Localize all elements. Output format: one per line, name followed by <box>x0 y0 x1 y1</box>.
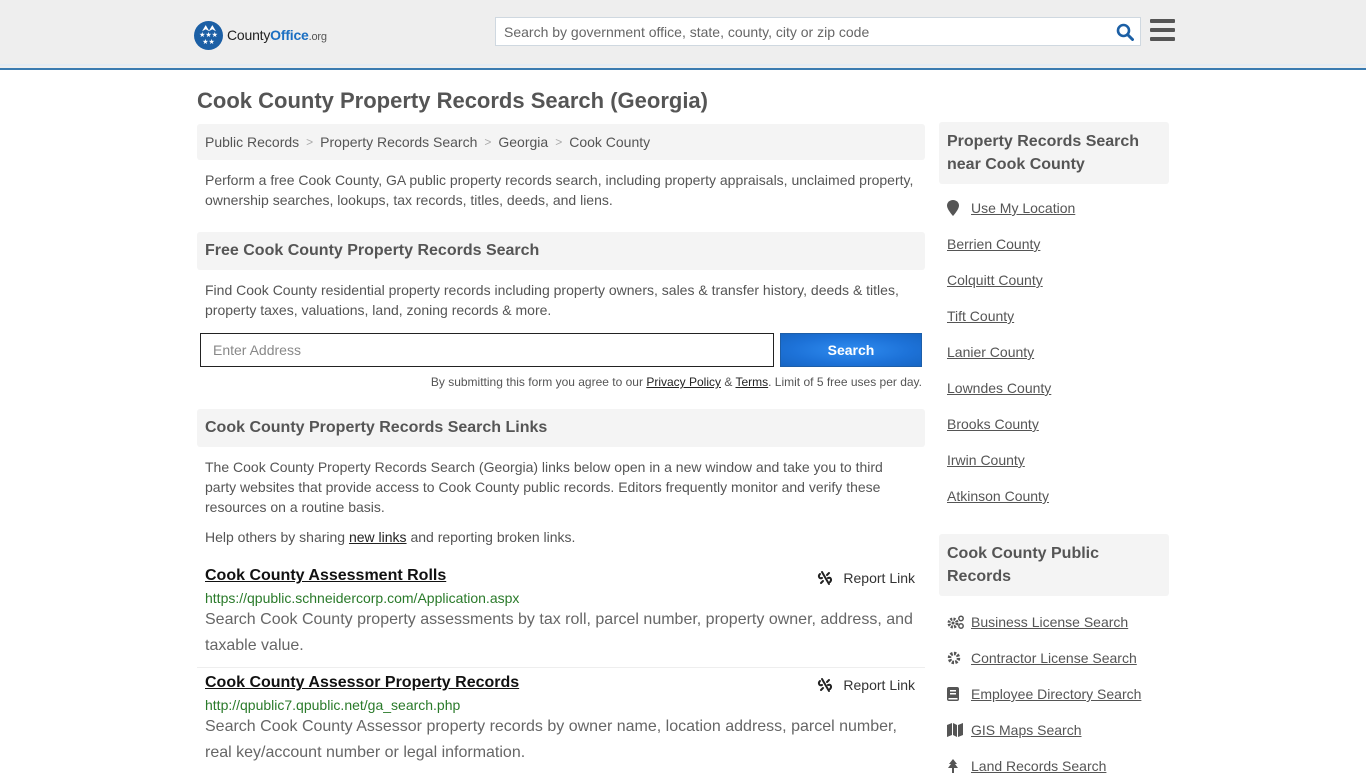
help-text: Help others by sharing new links and rep… <box>197 517 925 547</box>
broken-link-icon <box>818 678 833 692</box>
link-description: Search Cook County property assessments … <box>205 611 913 654</box>
public-record-item: Land Records Search <box>947 748 1161 784</box>
site-search-input[interactable] <box>496 18 1110 45</box>
public-record-link[interactable]: Land Records Search <box>971 758 1106 774</box>
breadcrumb-separator: > <box>484 135 492 149</box>
terms-link[interactable]: Terms <box>735 375 768 389</box>
page-title: Cook County Property Records Search (Geo… <box>197 88 708 113</box>
nearby-county-item: Colquitt County <box>947 262 1161 298</box>
broken-link-icon <box>818 571 833 585</box>
nearby-county-link[interactable]: Lowndes County <box>947 380 1051 396</box>
report-link-button[interactable]: Report Link <box>817 677 915 693</box>
top-header: ⮝⮝ ★★★ ★★ CountyOffice.org <box>0 0 1366 70</box>
link-title[interactable]: Cook County Assessor Property Records <box>205 674 519 692</box>
links-section-description: The Cook County Property Records Search … <box>205 459 883 515</box>
public-record-item: Contractor License Search <box>947 640 1161 676</box>
hamburger-menu-icon[interactable] <box>1150 19 1175 41</box>
disclaimer-prefix: By submitting this form you agree to our <box>430 375 647 389</box>
link-url: http://qpublic7.qpublic.net/ga_search.ph… <box>205 697 461 713</box>
nearby-county-item: Irwin County <box>947 442 1161 478</box>
disclaimer-suffix: . Limit of 5 free uses per day. <box>768 375 922 389</box>
nearby-list: Use My Location Berrien County Colquitt … <box>939 184 1169 514</box>
public-records-heading: Cook County Public Records <box>939 534 1169 596</box>
use-my-location-link[interactable]: Use My Location <box>971 200 1075 216</box>
tree-icon <box>947 759 971 773</box>
breadcrumb-separator: > <box>555 135 563 149</box>
free-search-heading: Free Cook County Property Records Search <box>197 232 925 270</box>
eagle-logo-icon: ⮝⮝ ★★★ ★★ <box>194 20 223 50</box>
address-input[interactable] <box>200 333 774 367</box>
public-record-item: Employee Directory Search <box>947 676 1161 712</box>
cogs-icon <box>947 615 971 629</box>
nearby-county-item: Tift County <box>947 298 1161 334</box>
public-record-item: Business License Search <box>947 604 1161 640</box>
privacy-policy-link[interactable]: Privacy Policy <box>646 375 721 389</box>
public-record-item: GIS Maps Search <box>947 712 1161 748</box>
nearby-county-link[interactable]: Berrien County <box>947 236 1040 252</box>
map-marker-icon <box>947 200 971 216</box>
main-content: Public Records > Property Records Search… <box>197 124 925 774</box>
site-search-box <box>495 17 1141 46</box>
report-link-label: Report Link <box>843 570 915 586</box>
logo-text: CountyOffice.org <box>227 27 327 43</box>
nearby-county-link[interactable]: Tift County <box>947 308 1014 324</box>
site-logo[interactable]: ⮝⮝ ★★★ ★★ CountyOffice.org <box>194 20 327 50</box>
search-icon[interactable] <box>1110 18 1140 45</box>
address-search-form: Search <box>197 333 925 367</box>
nearby-county-link[interactable]: Colquitt County <box>947 272 1043 288</box>
nearby-heading: Property Records Search near Cook County <box>939 122 1169 184</box>
links-section-heading: Cook County Property Records Search Link… <box>197 409 925 447</box>
map-icon <box>947 723 971 737</box>
nearby-county-item: Brooks County <box>947 406 1161 442</box>
link-item: Cook County Assessment Rolls Report Link… <box>197 561 925 668</box>
nearby-county-item: Berrien County <box>947 226 1161 262</box>
nearby-county-link[interactable]: Atkinson County <box>947 488 1049 504</box>
report-link-label: Report Link <box>843 677 915 693</box>
address-search-button[interactable]: Search <box>780 333 922 367</box>
link-title[interactable]: Cook County Assessment Rolls <box>205 567 446 585</box>
header-band <box>0 64 1366 66</box>
breadcrumb-cook-county[interactable]: Cook County <box>569 134 650 150</box>
public-record-link[interactable]: Business License Search <box>971 614 1128 630</box>
nearby-county-link[interactable]: Brooks County <box>947 416 1039 432</box>
breadcrumb-property-records-search[interactable]: Property Records Search <box>320 134 477 150</box>
free-search-description: Find Cook County residential property re… <box>205 282 899 318</box>
links-list: Cook County Assessment Rolls Report Link… <box>197 561 925 774</box>
link-item: Cook County Assessor Property Records Re… <box>197 668 925 774</box>
nearby-county-item: Lowndes County <box>947 370 1161 406</box>
public-record-link[interactable]: GIS Maps Search <box>971 722 1082 738</box>
gear-icon <box>947 651 971 665</box>
use-my-location-item: Use My Location <box>947 190 1161 226</box>
sidebar: Property Records Search near Cook County… <box>939 122 1169 784</box>
help-prefix: Help others by sharing <box>205 529 349 545</box>
intro-text: Perform a free Cook County, GA public pr… <box>205 172 914 208</box>
nearby-county-link[interactable]: Lanier County <box>947 344 1034 360</box>
public-record-link[interactable]: Contractor License Search <box>971 650 1137 666</box>
new-links-link[interactable]: new links <box>349 529 407 545</box>
nearby-county-link[interactable]: Irwin County <box>947 452 1025 468</box>
help-suffix: and reporting broken links. <box>406 529 576 545</box>
public-record-link[interactable]: Employee Directory Search <box>971 686 1141 702</box>
form-disclaimer: By submitting this form you agree to our… <box>197 367 925 389</box>
breadcrumb-georgia[interactable]: Georgia <box>498 134 548 150</box>
report-link-button[interactable]: Report Link <box>817 570 915 586</box>
link-url: https://qpublic.schneidercorp.com/Applic… <box>205 590 520 606</box>
breadcrumb-separator: > <box>306 135 314 149</box>
public-records-list: Business License Search Contractor Licen… <box>939 596 1169 784</box>
breadcrumb: Public Records > Property Records Search… <box>197 124 925 160</box>
nearby-county-item: Atkinson County <box>947 478 1161 514</box>
link-description: Search Cook County Assessor property rec… <box>205 718 897 761</box>
disclaimer-amp: & <box>721 375 736 389</box>
breadcrumb-public-records[interactable]: Public Records <box>205 134 299 150</box>
book-icon <box>947 687 971 701</box>
nearby-county-item: Lanier County <box>947 334 1161 370</box>
